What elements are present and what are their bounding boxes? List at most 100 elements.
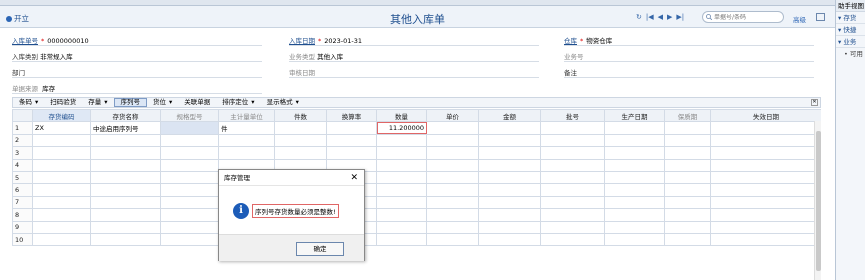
assistant-sub-item[interactable]: • 可用 (836, 48, 865, 60)
warehouse-label[interactable]: 仓库 (564, 37, 577, 45)
last-record-icon[interactable]: ▶| (676, 13, 684, 21)
grid-cell[interactable] (326, 121, 377, 135)
col-header-shelf-life[interactable]: 保质期 (664, 109, 711, 123)
grid-cell[interactable] (604, 133, 665, 148)
grid-cell[interactable] (604, 170, 665, 185)
grid-cell[interactable] (540, 158, 605, 172)
grid-cell[interactable]: ZX (32, 121, 91, 135)
grid-cell[interactable]: 中途启用序列号 (90, 121, 161, 135)
grid-cell[interactable] (32, 208, 91, 222)
col-header-spec[interactable]: 规格型号 (160, 109, 219, 123)
grid-cell[interactable] (664, 183, 711, 197)
grid-cell[interactable] (478, 183, 541, 197)
grid-cell[interactable] (90, 195, 161, 210)
grid-cell[interactable] (426, 195, 479, 210)
ok-button[interactable]: 确定 (296, 242, 344, 256)
grid-cell[interactable] (376, 170, 427, 185)
grid-cell[interactable] (664, 121, 711, 135)
grid-cell[interactable] (426, 158, 479, 172)
grid-cell[interactable]: 件 (218, 121, 275, 135)
grid-cell[interactable] (160, 146, 219, 160)
grid-cell[interactable] (376, 195, 427, 210)
toolbar-location[interactable]: 货位 ▾ (147, 98, 178, 107)
grid-cell[interactable] (160, 158, 219, 172)
grid-cell[interactable] (32, 232, 91, 247)
grid-cell[interactable] (32, 220, 91, 234)
grid-cell[interactable] (326, 133, 377, 148)
grid-cell[interactable] (426, 170, 479, 185)
grid-cell[interactable] (160, 183, 219, 197)
grid-cell[interactable] (604, 208, 665, 222)
scroll-thumb[interactable] (816, 131, 821, 271)
toolbar-scan-check[interactable]: 扫码验货 (44, 98, 82, 107)
assistant-item-shortcut[interactable]: ▾ 快捷 (836, 24, 865, 36)
grid-cell[interactable] (426, 121, 479, 135)
grid-cell[interactable] (274, 133, 327, 148)
grid-cell[interactable] (710, 121, 821, 135)
refresh-icon[interactable]: ↻ (636, 13, 642, 21)
table-row[interactable]: 3 (12, 146, 821, 160)
grid-cell[interactable] (478, 158, 541, 172)
grid-cell[interactable] (376, 158, 427, 172)
open-button[interactable]: 开立 (6, 13, 29, 24)
grid-cell[interactable] (478, 195, 541, 210)
grid-cell[interactable] (160, 208, 219, 222)
grid-cell[interactable] (426, 133, 479, 148)
grid-cell[interactable] (664, 195, 711, 210)
grid-cell[interactable] (426, 146, 479, 160)
toolbar-sort-locate[interactable]: 排序定位 ▾ (216, 98, 260, 107)
grid-cell[interactable] (478, 170, 541, 185)
grid-cell[interactable] (90, 208, 161, 222)
toolbar-related-docs[interactable]: 关联单据 (178, 98, 216, 107)
grid-cell[interactable] (604, 232, 665, 247)
first-record-icon[interactable]: |◀ (646, 13, 654, 21)
grid-cell[interactable] (376, 183, 427, 197)
grid-cell[interactable] (664, 146, 711, 160)
grid-cell[interactable] (376, 133, 427, 148)
grid-cell[interactable] (32, 183, 91, 197)
next-record-icon[interactable]: ▶ (667, 13, 672, 21)
grid-cell[interactable] (32, 146, 91, 160)
col-header-batch[interactable]: 批号 (540, 109, 605, 123)
col-header-mfg-date[interactable]: 生产日期 (604, 109, 665, 123)
grid-cell[interactable] (90, 220, 161, 234)
grid-cell[interactable] (32, 133, 91, 148)
grid-cell[interactable] (218, 133, 275, 148)
grid-cell[interactable] (540, 183, 605, 197)
col-header-amount[interactable]: 金额 (478, 109, 541, 123)
grid-cell[interactable] (376, 232, 427, 247)
grid-cell[interactable]: 11.200000 (376, 121, 427, 135)
biz-type-value[interactable]: 其他入库 (317, 53, 343, 61)
grid-cell[interactable] (710, 183, 821, 197)
grid-cell[interactable] (604, 220, 665, 234)
toolbar-serial-number[interactable]: 序列号 (113, 98, 148, 107)
table-row[interactable]: 10 (12, 232, 821, 247)
grid-cell[interactable] (710, 195, 821, 210)
grid-cell[interactable] (32, 158, 91, 172)
grid-cell[interactable] (604, 158, 665, 172)
grid-cell[interactable] (478, 208, 541, 222)
grid-cell[interactable] (32, 170, 91, 185)
grid-cell[interactable] (426, 183, 479, 197)
prev-record-icon[interactable]: ◀ (658, 13, 663, 21)
grid-cell[interactable] (478, 121, 541, 135)
toolbar-display-format[interactable]: 显示格式 ▾ (261, 98, 305, 107)
grid-cell[interactable] (90, 133, 161, 148)
grid-cell[interactable] (90, 232, 161, 247)
table-row[interactable]: 9 (12, 220, 821, 234)
grid-cell[interactable] (664, 232, 711, 247)
grid-cell[interactable] (274, 121, 327, 135)
grid-cell[interactable] (540, 220, 605, 234)
grid-cell[interactable] (604, 146, 665, 160)
grid-cell[interactable] (274, 146, 327, 160)
grid-cell[interactable] (664, 133, 711, 148)
grid-cell[interactable] (710, 133, 821, 148)
date-value[interactable]: 2023-01-31 (324, 37, 362, 45)
col-header-price[interactable]: 单价 (426, 109, 479, 123)
search-input[interactable] (714, 13, 778, 21)
grid-cell[interactable] (710, 232, 821, 247)
grid-cell[interactable] (710, 170, 821, 185)
table-row[interactable]: 8 (12, 208, 821, 222)
grid-cell[interactable] (376, 146, 427, 160)
grid-cell[interactable] (376, 208, 427, 222)
